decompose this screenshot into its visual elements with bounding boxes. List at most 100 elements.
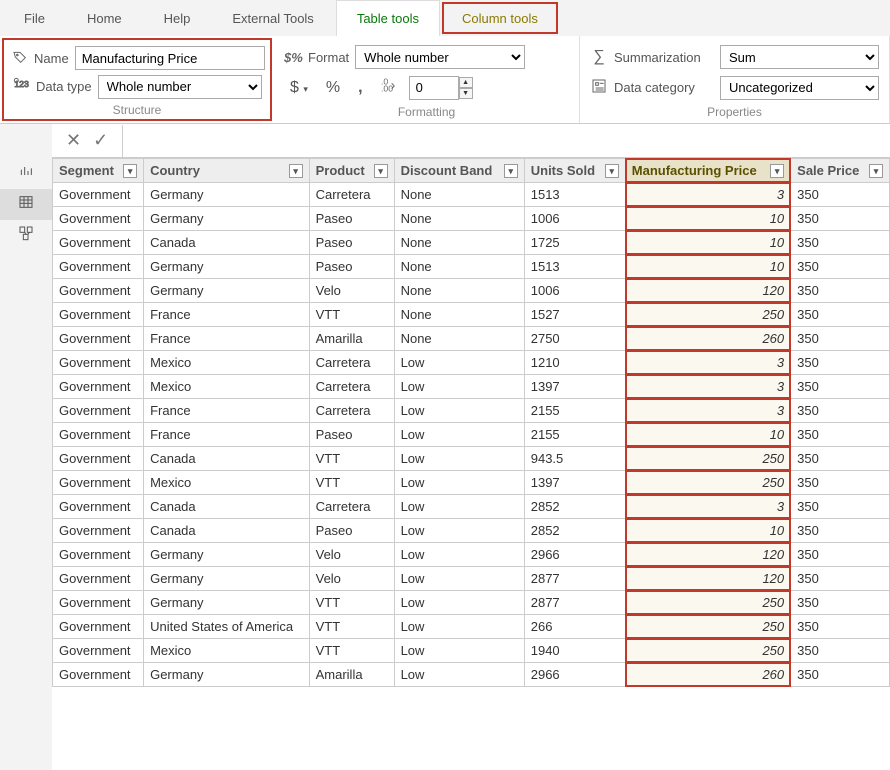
column-header[interactable]: Manufacturing Price▾ [625,159,790,183]
table-cell[interactable]: Mexico [144,639,310,663]
table-row[interactable]: GovernmentGermanyCarreteraNone15133350 [53,183,890,207]
table-cell[interactable]: None [394,255,524,279]
table-cell[interactable]: 3 [625,495,790,519]
table-cell[interactable]: Carretera [309,183,394,207]
table-cell[interactable]: VTT [309,471,394,495]
data-category-select[interactable]: Uncategorized [720,76,879,100]
table-cell[interactable]: 250 [625,639,790,663]
table-cell[interactable]: 350 [791,375,890,399]
table-cell[interactable]: France [144,423,310,447]
table-cell[interactable]: Low [394,615,524,639]
table-cell[interactable]: Low [394,591,524,615]
data-grid[interactable]: Segment▾Country▾Product▾Discount Band▾Un… [52,158,890,770]
table-cell[interactable]: 350 [791,207,890,231]
table-cell[interactable]: 1006 [524,207,625,231]
table-cell[interactable]: Government [53,615,144,639]
table-cell[interactable]: 1210 [524,351,625,375]
table-cell[interactable]: VTT [309,447,394,471]
table-cell[interactable]: Velo [309,279,394,303]
table-cell[interactable]: Low [394,351,524,375]
table-cell[interactable]: France [144,327,310,351]
table-cell[interactable]: VTT [309,639,394,663]
table-cell[interactable]: Government [53,375,144,399]
table-cell[interactable]: 350 [791,519,890,543]
table-cell[interactable]: Government [53,207,144,231]
table-cell[interactable]: 1006 [524,279,625,303]
table-cell[interactable]: None [394,303,524,327]
table-cell[interactable]: Government [53,471,144,495]
table-cell[interactable]: 2852 [524,495,625,519]
table-cell[interactable]: Paseo [309,231,394,255]
table-cell[interactable]: Government [53,423,144,447]
report-view-icon[interactable] [0,158,52,189]
table-cell[interactable]: Germany [144,663,310,687]
table-cell[interactable]: 1940 [524,639,625,663]
table-row[interactable]: GovernmentFranceVTTNone1527250350 [53,303,890,327]
table-cell[interactable]: Velo [309,543,394,567]
commit-icon[interactable]: ✓ [93,130,108,151]
summarization-select[interactable]: Sum [720,45,879,69]
table-cell[interactable]: Germany [144,255,310,279]
table-cell[interactable]: 350 [791,471,890,495]
table-cell[interactable]: Paseo [309,423,394,447]
table-cell[interactable]: 3 [625,375,790,399]
table-cell[interactable]: 350 [791,495,890,519]
table-cell[interactable]: 1527 [524,303,625,327]
table-cell[interactable]: Paseo [309,207,394,231]
table-row[interactable]: GovernmentGermanyPaseoNone100610350 [53,207,890,231]
table-cell[interactable]: Government [53,255,144,279]
table-cell[interactable]: Low [394,423,524,447]
table-cell[interactable]: 350 [791,567,890,591]
table-row[interactable]: GovernmentUnited States of AmericaVTTLow… [53,615,890,639]
table-cell[interactable]: Low [394,543,524,567]
filter-dropdown-icon[interactable]: ▾ [869,164,883,178]
table-cell[interactable]: 350 [791,591,890,615]
table-cell[interactable]: Canada [144,519,310,543]
table-cell[interactable]: Germany [144,183,310,207]
menu-file[interactable]: File [4,0,65,36]
table-row[interactable]: GovernmentMexicoVTTLow1940250350 [53,639,890,663]
table-cell[interactable]: 250 [625,591,790,615]
table-cell[interactable]: Carretera [309,375,394,399]
table-cell[interactable]: France [144,303,310,327]
table-cell[interactable]: 3 [625,351,790,375]
table-cell[interactable]: Government [53,495,144,519]
table-cell[interactable]: 1725 [524,231,625,255]
table-cell[interactable]: 350 [791,639,890,663]
table-cell[interactable]: Government [53,663,144,687]
table-cell[interactable]: Carretera [309,351,394,375]
table-cell[interactable]: 1397 [524,471,625,495]
table-cell[interactable]: Germany [144,279,310,303]
format-select[interactable]: Whole number [355,45,525,69]
table-cell[interactable]: VTT [309,303,394,327]
table-cell[interactable]: Low [394,399,524,423]
table-cell[interactable]: Germany [144,207,310,231]
table-cell[interactable]: Government [53,543,144,567]
table-cell[interactable]: Mexico [144,471,310,495]
model-view-icon[interactable] [0,220,52,251]
currency-button[interactable]: $ ▾ [284,77,314,99]
menu-help[interactable]: Help [144,0,211,36]
table-cell[interactable]: 2877 [524,591,625,615]
table-cell[interactable]: Government [53,519,144,543]
table-cell[interactable]: United States of America [144,615,310,639]
table-cell[interactable]: Government [53,447,144,471]
table-cell[interactable]: Canada [144,231,310,255]
table-cell[interactable]: Canada [144,447,310,471]
table-cell[interactable]: VTT [309,591,394,615]
table-cell[interactable]: 10 [625,207,790,231]
table-cell[interactable]: None [394,327,524,351]
table-cell[interactable]: 250 [625,447,790,471]
filter-dropdown-icon[interactable]: ▾ [770,164,784,178]
table-cell[interactable]: 350 [791,447,890,471]
table-cell[interactable]: 1513 [524,255,625,279]
table-row[interactable]: GovernmentGermanyVeloLow2966120350 [53,543,890,567]
table-row[interactable]: GovernmentGermanyAmarillaLow2966260350 [53,663,890,687]
column-header[interactable]: Segment▾ [53,159,144,183]
table-cell[interactable]: 3 [625,399,790,423]
table-row[interactable]: GovernmentCanadaPaseoLow285210350 [53,519,890,543]
table-cell[interactable]: Carretera [309,399,394,423]
table-cell[interactable]: Mexico [144,375,310,399]
table-cell[interactable]: 2852 [524,519,625,543]
table-cell[interactable]: 350 [791,351,890,375]
